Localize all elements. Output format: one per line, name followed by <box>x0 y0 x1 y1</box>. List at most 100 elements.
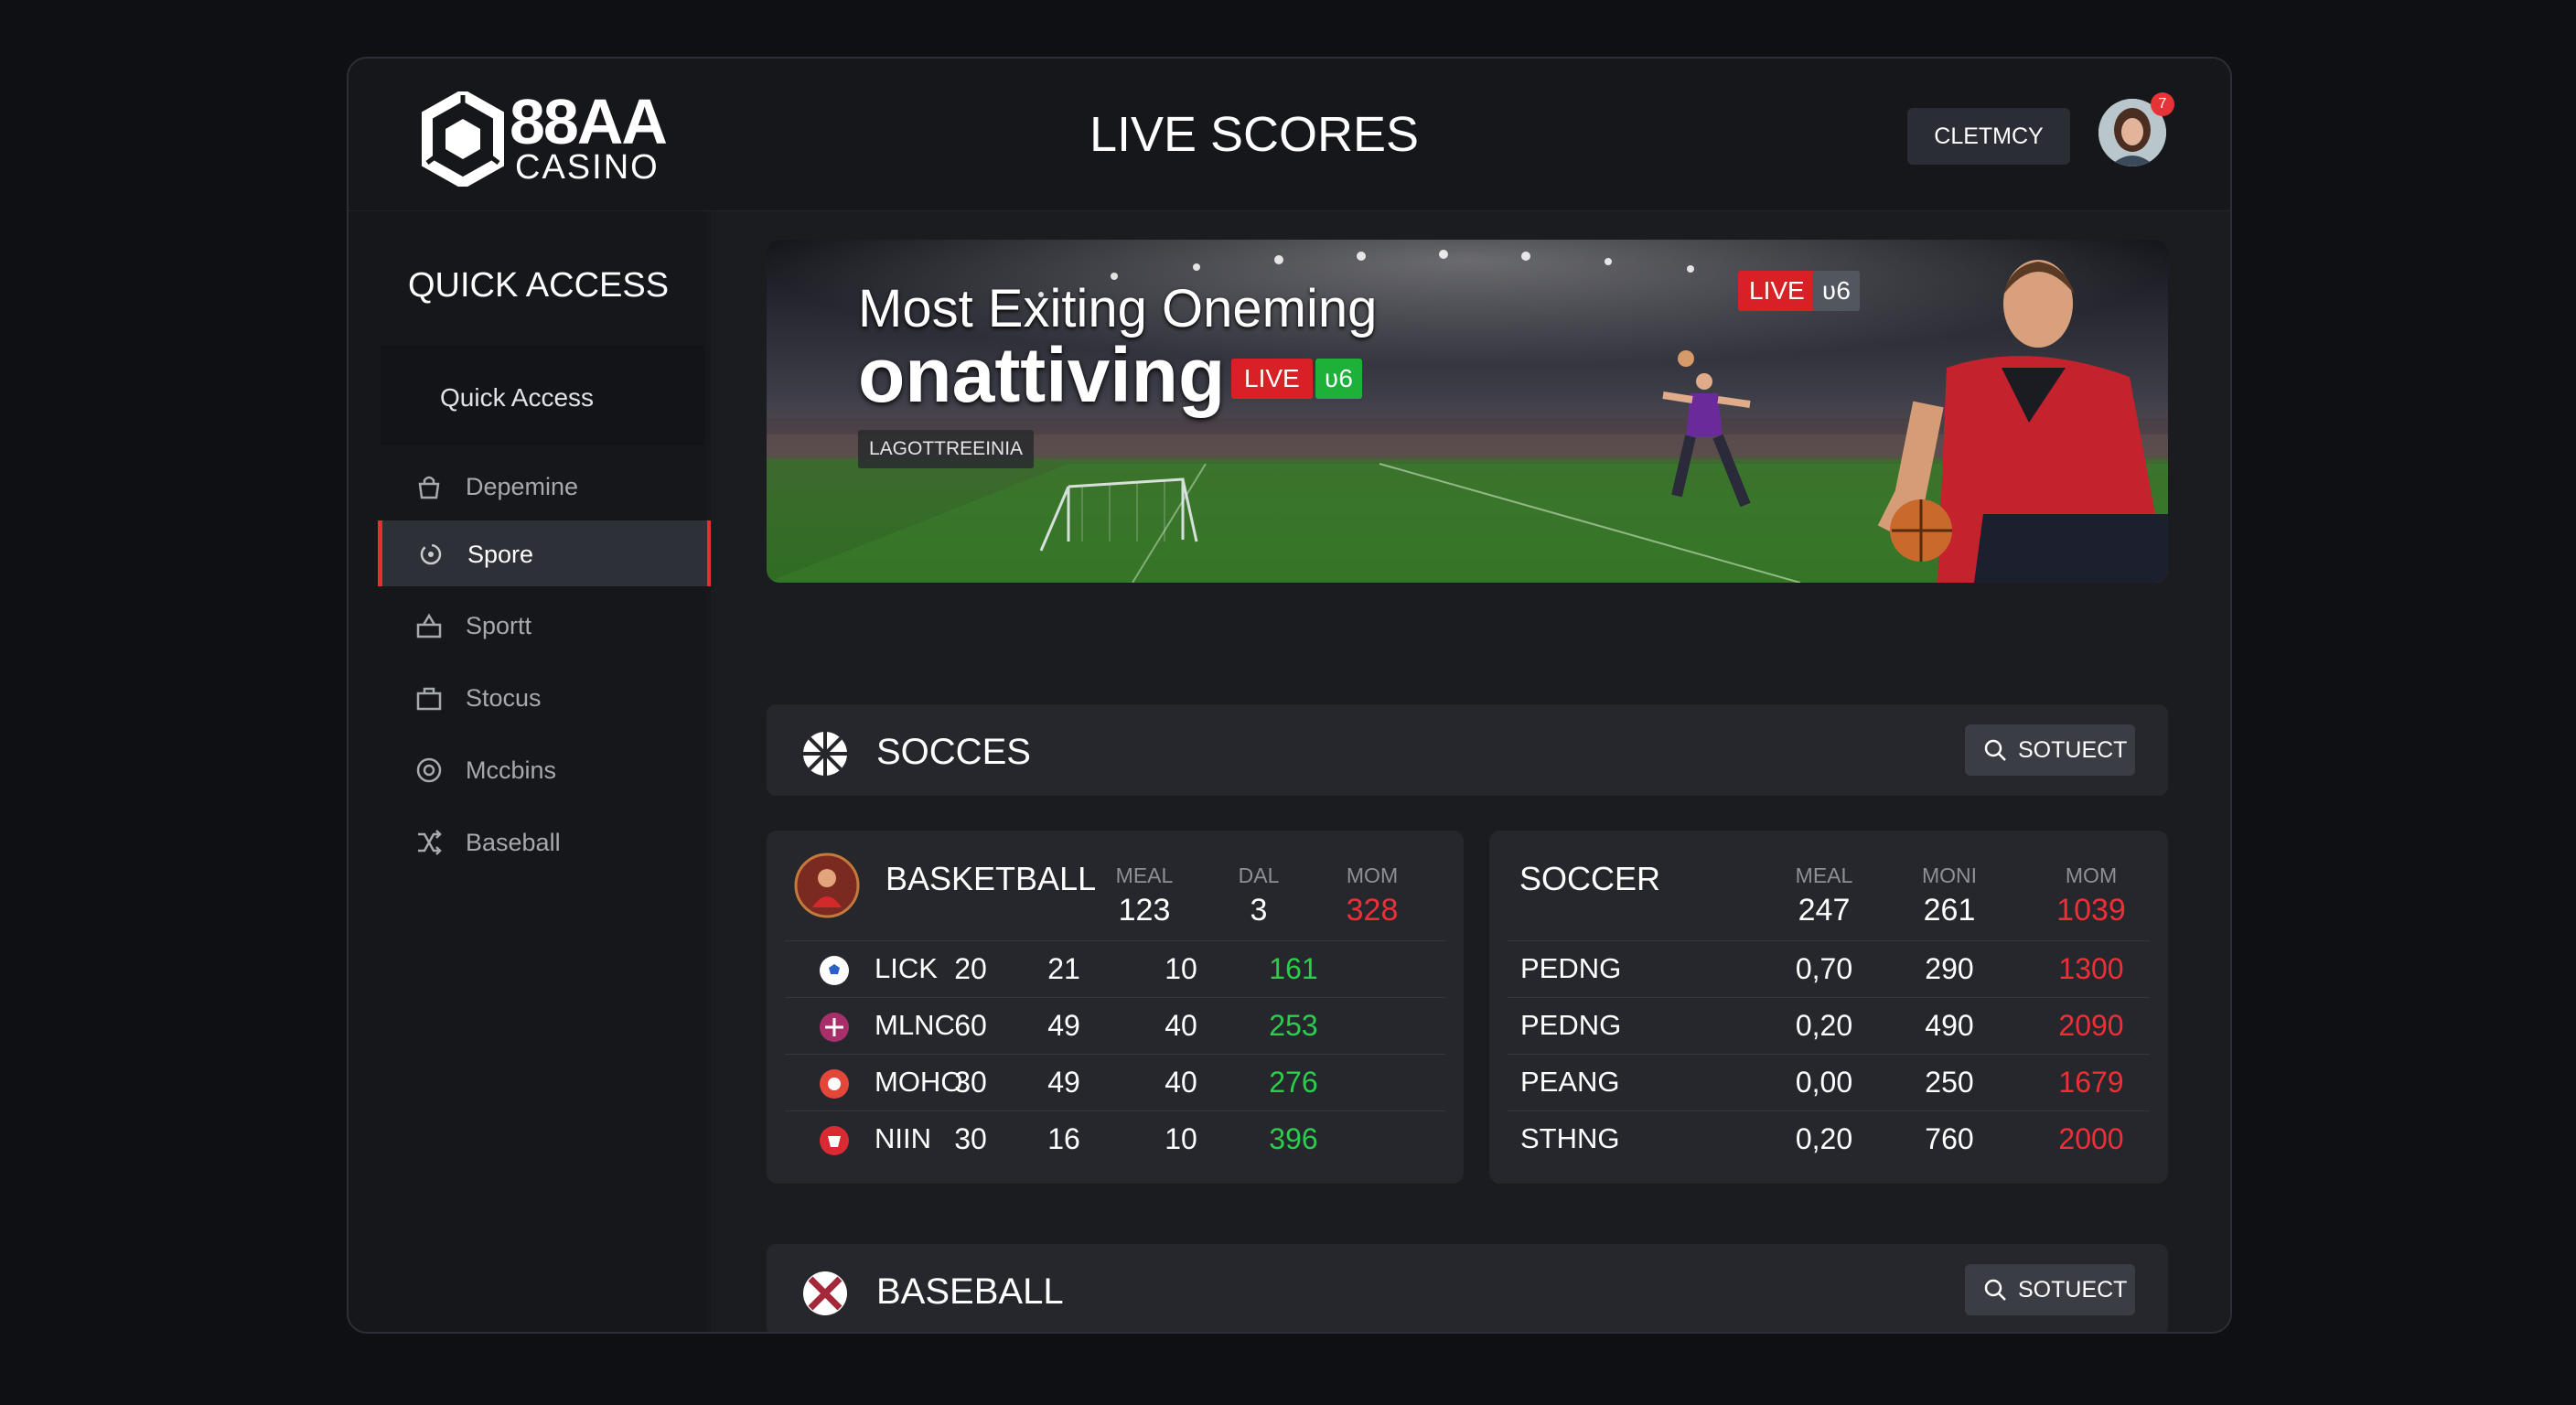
column-header: MOM <box>1346 863 1399 887</box>
sidebar-quick-access[interactable]: Quick Access <box>381 345 705 445</box>
search-icon <box>1984 1279 2006 1301</box>
column-header: MONI <box>1921 863 1978 887</box>
match-status: STHNG <box>1520 1122 1620 1154</box>
column-total: 328 <box>1346 893 1399 928</box>
stat-total: 396 <box>1269 1122 1318 1155</box>
live-count-badge: ʋ6 <box>1315 359 1362 399</box>
basketball-player-icon <box>794 853 860 918</box>
shuffle-icon <box>418 830 442 855</box>
stat-cell: 10 <box>1165 1122 1197 1155</box>
stat-cell: 0,00 <box>1795 1066 1853 1099</box>
stat-total: 276 <box>1269 1066 1318 1099</box>
stat-cell: 290 <box>1925 952 1974 985</box>
header-button[interactable]: CLETMCY <box>1907 108 2070 165</box>
sidebar: QUICK ACCESS Quick Access Depemine Spore… <box>349 211 712 1332</box>
sidebar-item-label: Baseball <box>466 829 561 856</box>
refresh-icon <box>420 543 442 565</box>
sidebar-heading: QUICK ACCESS <box>408 266 670 305</box>
stat-cell: 49 <box>1047 1066 1080 1099</box>
table-row[interactable]: PEDNG 0,20 490 2090 <box>1508 997 2150 1055</box>
column-header: DAL <box>1238 863 1280 887</box>
table-row[interactable]: PEDNG 0,70 290 1300 <box>1508 940 2150 998</box>
team-badge-icon <box>820 1126 849 1155</box>
sidebar-item-label: Stocus <box>466 684 542 712</box>
stat-cell: 21 <box>1047 952 1080 985</box>
hexagon-logo-icon <box>422 91 504 187</box>
select-button-label: SOTUECT <box>2018 1277 2128 1303</box>
casino-logo[interactable]: 88AA CASINO <box>422 86 678 196</box>
table-row[interactable]: MOHO 30 49 40 276 <box>785 1054 1445 1111</box>
basketball-table: BASKETBALL MEAL 123 DAL 3 MOM 328 LICK 2… <box>767 831 1464 1184</box>
banner-tag: LAGOTTREEINIA <box>858 430 1035 468</box>
stat-total: 1300 <box>2058 952 2124 985</box>
column-total: 261 <box>1923 893 1976 928</box>
section-title: SOCCES <box>876 732 1031 772</box>
stat-total: 1679 <box>2058 1066 2124 1099</box>
sidebar-item-spore[interactable]: Spore <box>378 520 712 586</box>
table-row[interactable]: PEANG 0,00 250 1679 <box>1508 1054 2150 1111</box>
stat-cell: 0,20 <box>1795 1009 1853 1042</box>
basket-icon <box>416 613 442 638</box>
stat-cell: 10 <box>1165 952 1197 985</box>
column-total: 123 <box>1118 893 1171 928</box>
sidebar-item-mccbins[interactable]: Mccbins <box>381 736 705 802</box>
stat-total: 2090 <box>2058 1009 2124 1042</box>
search-icon <box>1984 739 2006 761</box>
select-button[interactable]: SOTUECT <box>1965 1264 2135 1315</box>
sidebar-item-stocus[interactable]: Stocus <box>381 664 705 730</box>
soccer-table: SOCCER MEAL 247 MONI 261 MOM 1039 PEDNG … <box>1489 831 2168 1184</box>
banner-headline: Most Exiting Oneming <box>858 279 1378 338</box>
soccer-ball-icon <box>803 732 847 776</box>
select-button-label: SOTUECT <box>2018 737 2128 763</box>
table-row[interactable]: NIIN 30 16 10 396 <box>785 1110 1445 1168</box>
promo-banner[interactable]: Most Exiting Oneming onattiving LIVE ʋ6 … <box>767 240 2168 583</box>
top-bar: 88AA CASINO LIVE SCORES CLETMCY 7 <box>349 59 2230 211</box>
sidebar-sub-label: Quick Access <box>440 383 595 412</box>
briefcase-icon <box>416 687 442 711</box>
bag-icon <box>418 476 440 499</box>
stat-cell: 0,70 <box>1795 952 1853 985</box>
table-title: BASKETBALL <box>886 860 1097 897</box>
table-title: SOCCER <box>1519 860 1661 897</box>
stat-cell: 0,20 <box>1795 1122 1853 1155</box>
column-total: 3 <box>1250 893 1268 928</box>
column-total: 1039 <box>2056 893 2126 928</box>
team-badge-icon <box>820 1069 849 1099</box>
soccer-ball-icon <box>820 956 849 985</box>
live-badge: LIVE <box>1231 359 1313 399</box>
sidebar-item-baseball[interactable]: Baseball <box>381 809 705 874</box>
section-header-baseball: BASEBALL SOTUECT <box>767 1244 2168 1332</box>
stat-cell: 49 <box>1047 1009 1080 1042</box>
stat-total: 2000 <box>2058 1122 2124 1155</box>
match-status: PEDNG <box>1520 1009 1622 1041</box>
sidebar-item-label: Spore <box>467 541 534 568</box>
sidebar-item-label: Depemine <box>466 473 579 500</box>
column-total: 247 <box>1798 893 1851 928</box>
stat-cell: 40 <box>1165 1009 1197 1042</box>
table-row[interactable]: MLNC 60 49 40 253 <box>785 997 1445 1055</box>
sidebar-item-depemine[interactable]: Depemine <box>381 453 705 519</box>
coin-icon <box>416 757 442 783</box>
sidebar-item-sportt[interactable]: Sportt <box>381 592 705 658</box>
match-status: PEANG <box>1520 1066 1620 1098</box>
select-button[interactable]: SOTUECT <box>1965 724 2135 776</box>
logo-subtitle: CASINO <box>515 148 660 187</box>
stat-cell: 250 <box>1925 1066 1974 1099</box>
live-count-badge-secondary: ʋ6 <box>1813 271 1860 311</box>
notification-badge: 7 <box>2151 92 2174 116</box>
stat-total: 253 <box>1269 1009 1318 1042</box>
column-header: MEAL <box>1795 863 1853 887</box>
sidebar-item-label: Sportt <box>466 612 532 639</box>
table-row[interactable]: STHNG 0,20 760 2000 <box>1508 1110 2150 1168</box>
table-row[interactable]: LICK 20 21 10 161 <box>785 940 1445 998</box>
stat-total: 161 <box>1269 952 1318 985</box>
logo-wordmark: 88AA <box>510 86 668 157</box>
column-header: MOM <box>2065 863 2118 887</box>
team-badge-icon <box>820 1013 849 1042</box>
page-title: LIVE SCORES <box>1089 107 1420 162</box>
sidebar-item-label: Mccbins <box>466 756 557 784</box>
stat-cell: 40 <box>1165 1066 1197 1099</box>
stat-cell: 760 <box>1925 1122 1974 1155</box>
match-status: PEDNG <box>1520 952 1622 984</box>
app-window: 88AA CASINO LIVE SCORES CLETMCY 7 QUICK … <box>347 57 2232 1334</box>
